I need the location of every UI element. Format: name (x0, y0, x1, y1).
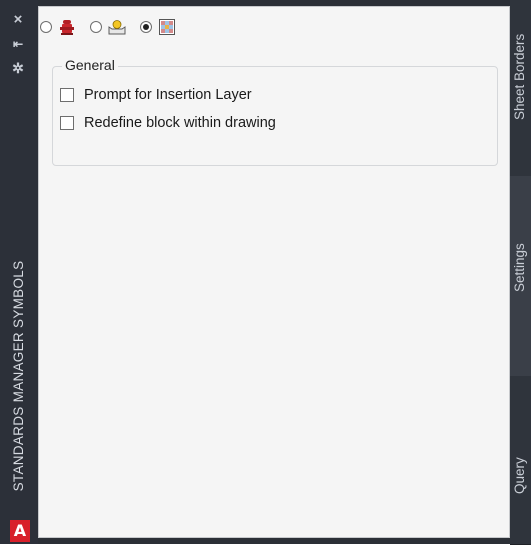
tab-settings-label: Settings (512, 243, 527, 292)
palette-tabs: Sheet Borders Settings Query (510, 0, 531, 545)
autocad-logo: A (10, 520, 30, 542)
palette-title-area: STANDARDS MANAGER SYMBOLS (4, 260, 34, 500)
tab-query-label: Query (512, 457, 527, 494)
view-options (40, 14, 190, 40)
redefine-block-label: Redefine block within drawing (84, 115, 276, 131)
tab-sheet-borders[interactable]: Sheet Borders (510, 0, 531, 177)
close-icon[interactable]: × (6, 10, 30, 30)
pattern-grid-icon (159, 19, 175, 35)
properties-icon[interactable]: ✲ (6, 58, 30, 78)
view-radio-3[interactable] (140, 21, 152, 33)
tray-symbol-icon (108, 20, 126, 35)
prompt-insertion-layer-checkbox[interactable] (60, 88, 74, 102)
option-redefine-block[interactable]: Redefine block within drawing (60, 113, 276, 133)
option-prompt-insertion-layer[interactable]: Prompt for Insertion Layer (60, 85, 252, 105)
tab-query[interactable]: Query (510, 376, 531, 545)
view-radio-1[interactable] (40, 21, 52, 33)
palette-titlebar: × ⇤ ✲ STANDARDS MANAGER SYMBOLS A (0, 0, 38, 544)
tool-palette: × ⇤ ✲ STANDARDS MANAGER SYMBOLS A Genera… (0, 0, 515, 544)
palette-title: STANDARDS MANAGER SYMBOLS (11, 260, 26, 492)
view-radio-2[interactable] (90, 21, 102, 33)
fire-hydrant-icon (60, 20, 74, 35)
prompt-insertion-layer-label: Prompt for Insertion Layer (84, 87, 252, 103)
tab-settings[interactable]: Settings (510, 176, 531, 377)
auto-hide-icon[interactable]: ⇤ (6, 34, 30, 54)
general-group-title: General (62, 57, 118, 73)
tab-sheet-borders-label: Sheet Borders (512, 33, 527, 120)
redefine-block-checkbox[interactable] (60, 116, 74, 130)
